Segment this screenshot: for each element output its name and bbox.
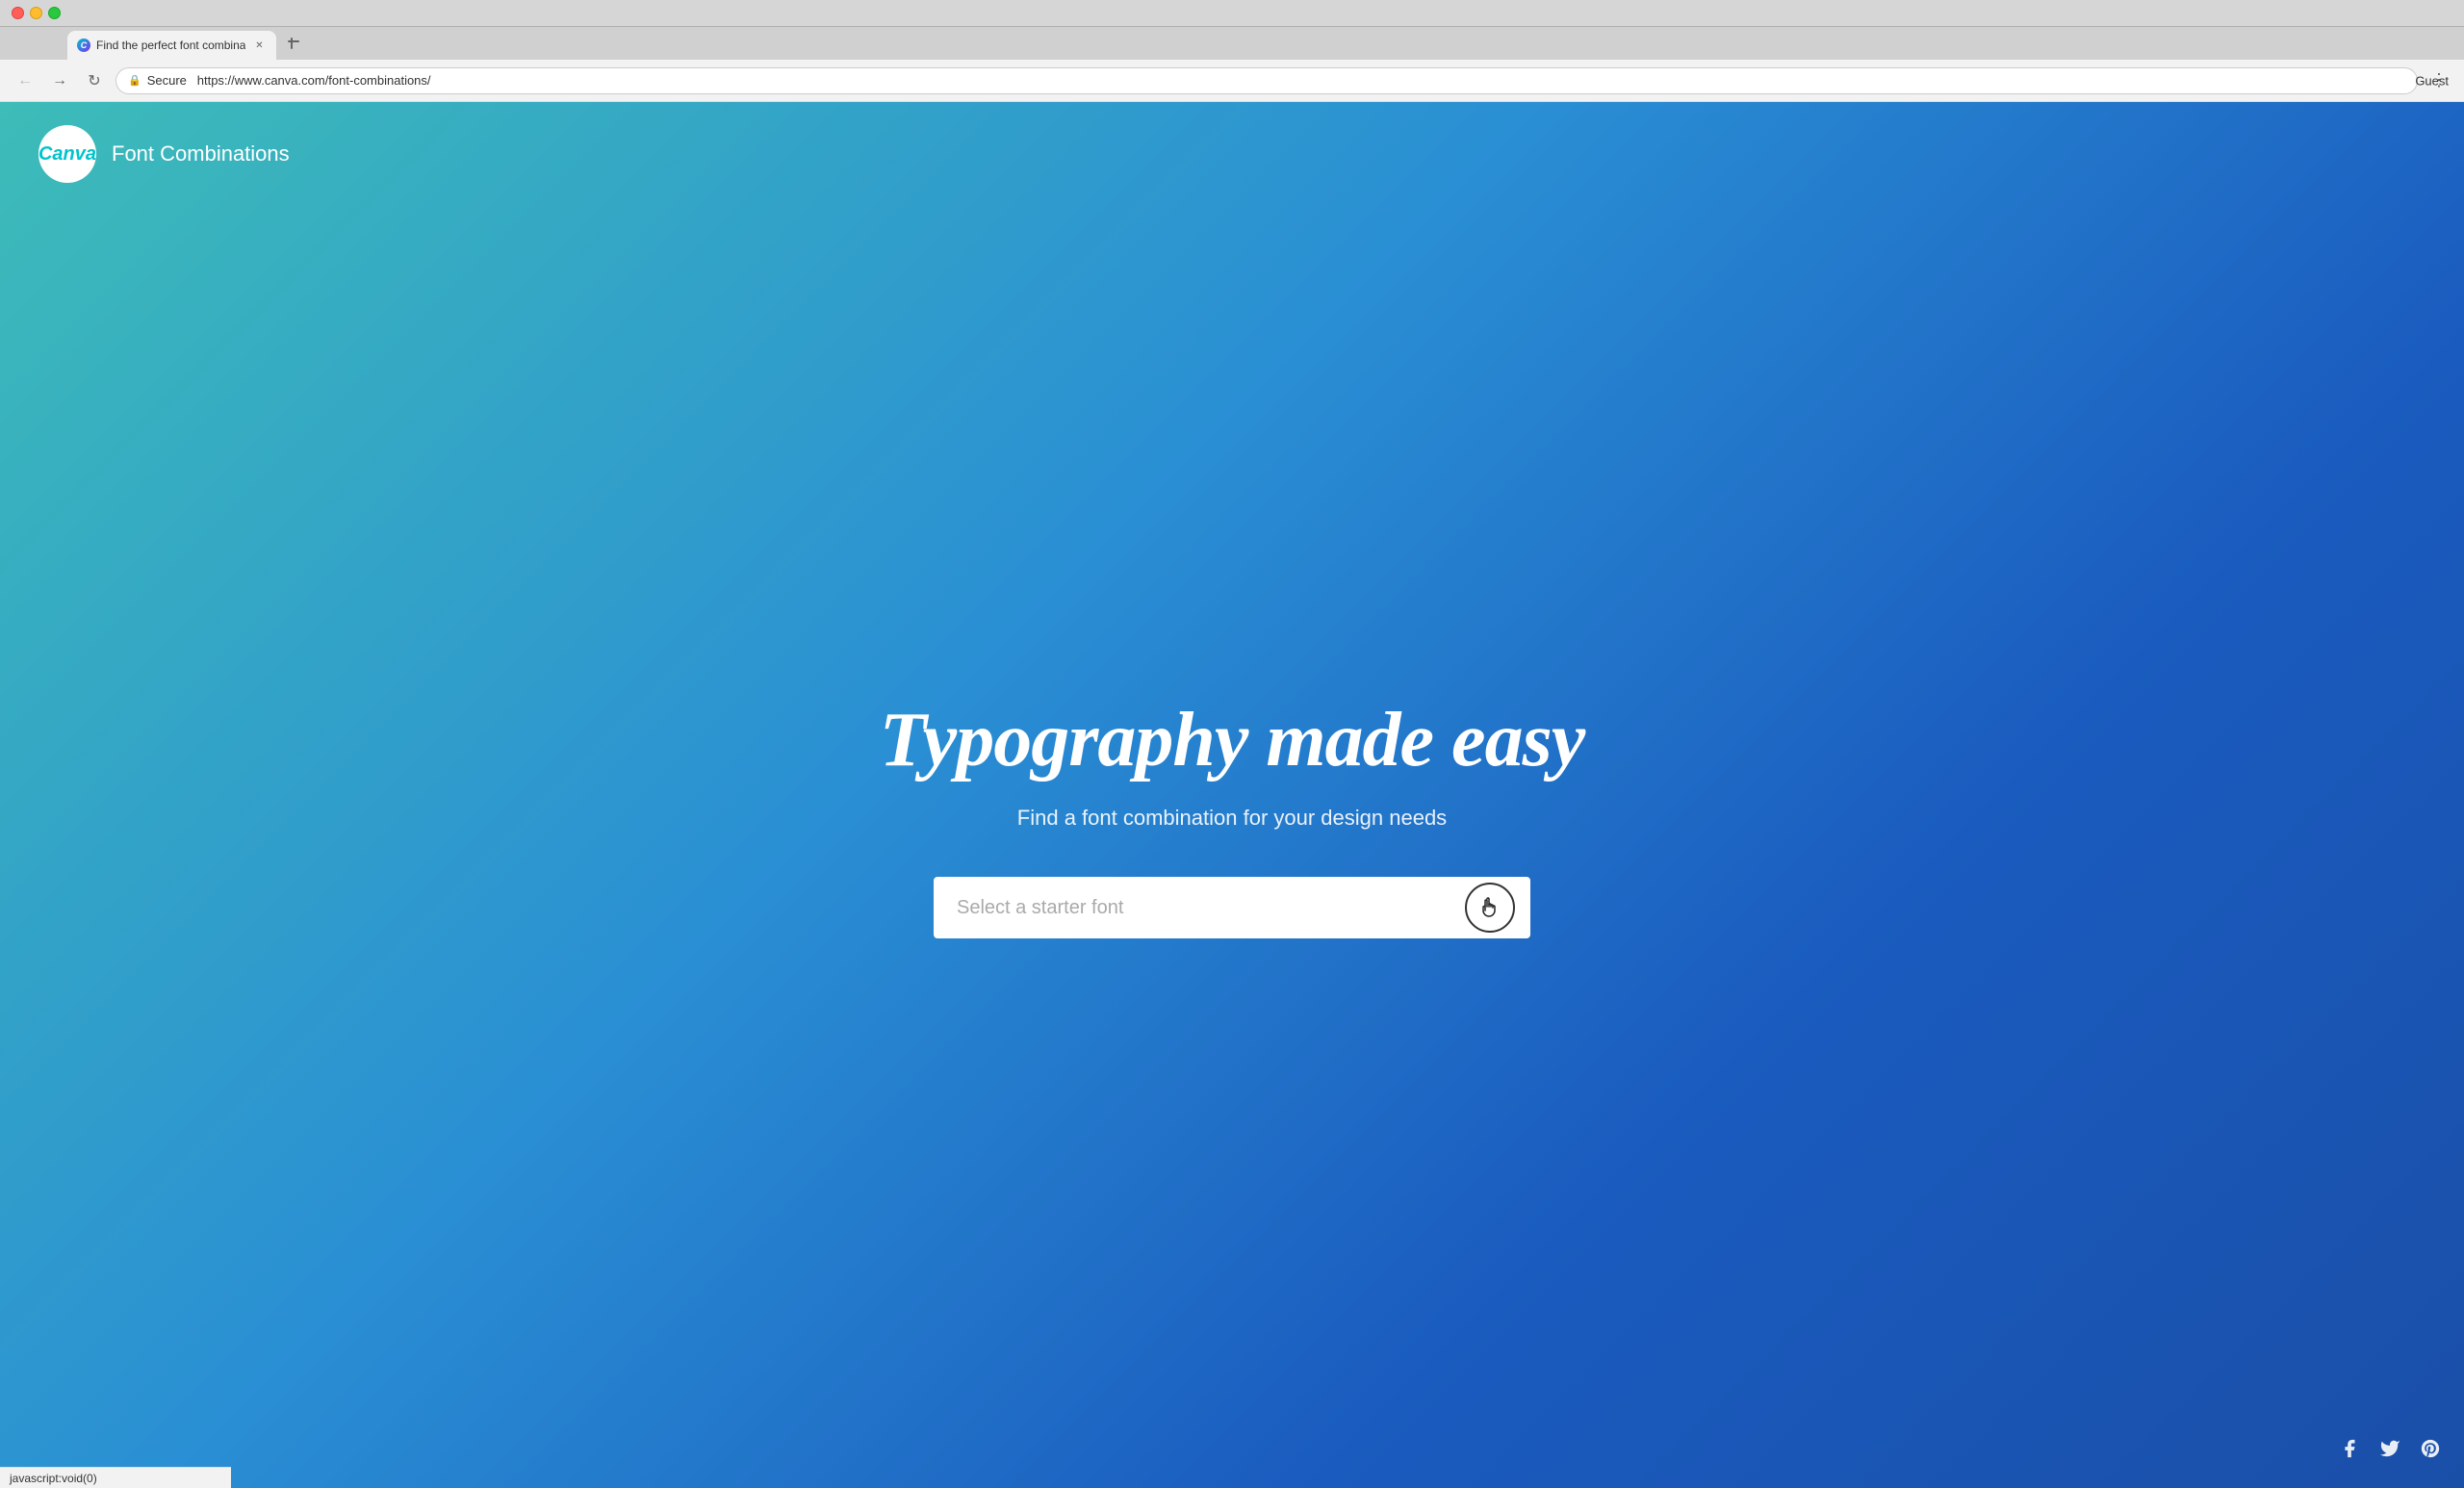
tab-close-button[interactable]: ✕ bbox=[251, 38, 267, 53]
hero-section: Typography made easy Find a font combina… bbox=[860, 148, 1604, 1488]
hero-title: Typography made easy bbox=[880, 698, 1584, 782]
tab-title: Find the perfect font combina bbox=[96, 38, 245, 52]
traffic-lights bbox=[12, 7, 61, 19]
status-bar-text: javascript:void(0) bbox=[10, 1472, 97, 1485]
pinterest-icon[interactable] bbox=[2420, 1438, 2441, 1465]
hero-subtitle: Find a font combination for your design … bbox=[1017, 806, 1447, 831]
canva-logo[interactable]: Canva bbox=[38, 125, 96, 183]
tab-favicon: C bbox=[77, 38, 90, 52]
page-content: Canva Font Combinations Typography made … bbox=[0, 102, 2464, 1488]
address-bar-row: ← → ↻ 🔒 Secure https://www.canva.com/fon… bbox=[0, 60, 2464, 102]
font-selector-placeholder: Select a starter font bbox=[957, 897, 1465, 919]
url-text: Secure https://www.canva.com/font-combin… bbox=[147, 73, 2405, 88]
guest-label: Guest bbox=[2415, 73, 2449, 88]
new-tab-button[interactable] bbox=[280, 30, 307, 57]
hand-pointer-icon bbox=[1477, 895, 1502, 920]
secure-icon: 🔒 bbox=[128, 74, 141, 87]
minimize-button[interactable] bbox=[30, 7, 42, 19]
os-title-bar bbox=[0, 0, 2464, 27]
address-bar[interactable]: 🔒 Secure https://www.canva.com/font-comb… bbox=[116, 67, 2418, 94]
social-icons bbox=[2339, 1438, 2441, 1465]
font-selector-dropdown-button[interactable] bbox=[1465, 883, 1515, 933]
browser-tab-active[interactable]: C Find the perfect font combina ✕ bbox=[67, 31, 276, 60]
font-selector[interactable]: Select a starter font bbox=[934, 877, 1530, 938]
reload-button[interactable]: ↻ bbox=[81, 67, 108, 94]
site-name: Font Combinations bbox=[112, 141, 290, 167]
back-button[interactable]: ← bbox=[12, 67, 38, 94]
facebook-icon[interactable] bbox=[2339, 1438, 2360, 1465]
close-button[interactable] bbox=[12, 7, 24, 19]
status-bar: javascript:void(0) bbox=[0, 1467, 231, 1488]
twitter-icon[interactable] bbox=[2379, 1438, 2400, 1465]
tab-bar: C Find the perfect font combina ✕ bbox=[0, 27, 2464, 60]
font-selector-wrap: Select a starter font bbox=[934, 877, 1530, 938]
maximize-button[interactable] bbox=[48, 7, 61, 19]
forward-button[interactable]: → bbox=[46, 67, 73, 94]
canva-logo-text: Canva bbox=[38, 143, 96, 166]
